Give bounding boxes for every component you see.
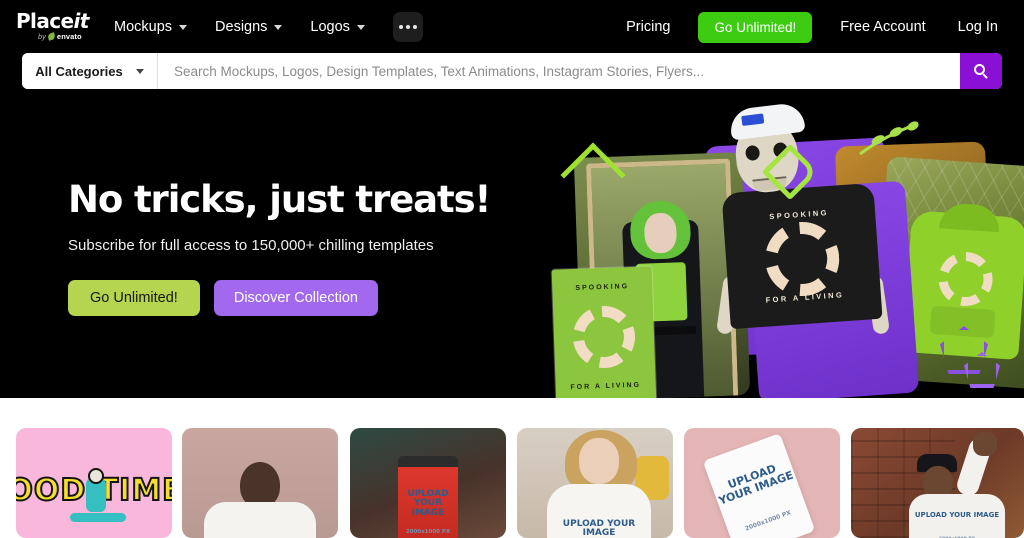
template-card-woman-tshirt[interactable]: UPLOAD YOUR IMAGE <box>517 428 673 538</box>
upload-placeholder-text: UPLOAD YOUR IMAGE <box>407 489 449 518</box>
artwork-poster-ring-graphic <box>571 304 637 370</box>
chevron-down-icon <box>179 24 188 30</box>
primary-nav: Mockups Designs Logos <box>100 0 423 54</box>
placeit-logo[interactable]: Placeit by envato <box>16 9 94 43</box>
template-card-row: GOOD TIMES UPLOAD YOUR IMAGE 2000x1000 P… <box>0 398 1024 538</box>
artwork-green-poster: SPOOKING FOR A LIVING <box>551 266 657 398</box>
pricing-link[interactable]: Pricing <box>610 11 686 43</box>
ellipsis-dot-icon <box>412 25 417 29</box>
log-in-link[interactable]: Log In <box>942 11 1014 43</box>
ellipsis-dot-icon <box>398 25 403 29</box>
chevron-down-icon <box>356 24 365 30</box>
logo-byline: by envato <box>38 32 82 41</box>
hero-discover-collection-button[interactable]: Discover Collection <box>213 280 378 316</box>
go-unlimited-header-button[interactable]: Go Unlimited! <box>698 11 813 43</box>
chevron-down-icon <box>135 68 144 74</box>
pouch-graphic: UPLOAD YOUR IMAGE 2000x1000 PX <box>702 433 816 538</box>
skater-skeleton-icon <box>68 468 126 526</box>
category-dropdown-label: All Categories <box>35 63 123 79</box>
envato-leaf-icon <box>47 32 56 41</box>
artwork-hoodie-ring-graphic <box>936 250 995 309</box>
search-bar: All Categories <box>22 53 1002 89</box>
nav-item-mockups-label: Mockups <box>114 19 173 35</box>
search-icon <box>974 64 988 79</box>
artwork-white-cap <box>728 101 806 141</box>
artwork-tshirt-ring-graphic <box>762 219 842 299</box>
template-card-man-hoodie[interactable] <box>182 428 338 538</box>
nav-item-designs-label: Designs <box>215 19 268 35</box>
hero-subtitle: Subscribe for full access to 150,000+ ch… <box>68 237 434 254</box>
upload-placeholder-text: UPLOAD YOUR IMAGE <box>716 462 795 508</box>
model-white-tshirt: UPLOAD YOUR IMAGE <box>547 484 651 538</box>
hero-artwork: SPOOKING FOR A LIVING SPOOKING FOR A LIV… <box>540 100 1024 398</box>
logo-by-label: by <box>38 32 46 41</box>
can-lid <box>398 456 458 467</box>
model-face <box>579 438 619 484</box>
hero-go-unlimited-button[interactable]: Go Unlimited! <box>68 280 200 316</box>
upload-placeholder-text: UPLOAD YOUR IMAGE <box>562 519 636 538</box>
template-card-soda-can[interactable]: UPLOAD YOUR IMAGE 2000x1000 PX <box>350 428 506 538</box>
search-submit-button[interactable] <box>960 53 1002 89</box>
nav-item-logos-label: Logos <box>310 19 350 35</box>
logo-wordmark: Placeit <box>16 11 89 31</box>
search-input[interactable] <box>158 53 960 89</box>
chevron-down-icon <box>274 24 283 30</box>
artwork-black-tshirt: SPOOKING FOR A LIVING <box>721 182 883 330</box>
nav-item-mockups[interactable]: Mockups <box>100 12 201 42</box>
hero-cta-group: Go Unlimited! Discover Collection <box>68 280 568 316</box>
logo-wordmark-suffix: it <box>73 9 89 33</box>
site-header: Placeit by envato Mockups Designs Logos … <box>0 0 1024 54</box>
model-hand <box>973 432 997 456</box>
ellipsis-dot-icon <box>405 25 410 29</box>
artwork-poster-text-bottom: FOR A LIVING <box>570 381 642 392</box>
template-card-pouch[interactable]: UPLOAD YOUR IMAGE 2000x1000 PX <box>684 428 840 538</box>
hero-title: No tricks, just treats! <box>68 178 491 221</box>
artwork-cap-logo <box>741 113 765 127</box>
nav-item-logos[interactable]: Logos <box>296 12 379 42</box>
category-dropdown[interactable]: All Categories <box>22 53 158 89</box>
logo-wordmark-prefix: Place <box>16 9 74 33</box>
soda-can-graphic: UPLOAD YOUR IMAGE 2000x1000 PX <box>398 456 458 538</box>
free-account-link[interactable]: Free Account <box>824 11 941 43</box>
logo-envato-label: envato <box>56 32 82 41</box>
top-band: Placeit by envato Mockups Designs Logos … <box>0 0 1024 100</box>
upload-placeholder-text: UPLOAD YOUR IMAGE <box>914 511 1000 519</box>
hero-banner: No tricks, just treats! Subscribe for fu… <box>0 100 1024 398</box>
nav-item-designs[interactable]: Designs <box>201 12 296 42</box>
template-card-good-times[interactable]: GOOD TIMES <box>16 428 172 538</box>
artwork-poster-text-top: SPOOKING <box>575 283 630 292</box>
template-card-man-sweatshirt[interactable]: UPLOAD YOUR IMAGE 2000x1000 PX <box>851 428 1024 538</box>
hero-copy: No tricks, just treats! Subscribe for fu… <box>68 178 568 316</box>
upload-dimensions-text: 2000x1000 PX <box>405 529 451 535</box>
model-hoodie <box>204 502 316 538</box>
model-white-sweatshirt: UPLOAD YOUR IMAGE 2000x1000 PX <box>909 494 1005 538</box>
artwork-model-face <box>643 212 678 254</box>
decorative-leaf-icon <box>859 121 919 156</box>
selection-handle-icon[interactable] <box>551 266 554 272</box>
more-menu-button[interactable] <box>392 12 423 42</box>
header-actions: Pricing Go Unlimited! Free Account Log I… <box>610 0 1014 54</box>
upload-dimensions-text: 2000x1000 PX <box>744 509 792 533</box>
page-root: Placeit by envato Mockups Designs Logos … <box>0 0 1024 538</box>
